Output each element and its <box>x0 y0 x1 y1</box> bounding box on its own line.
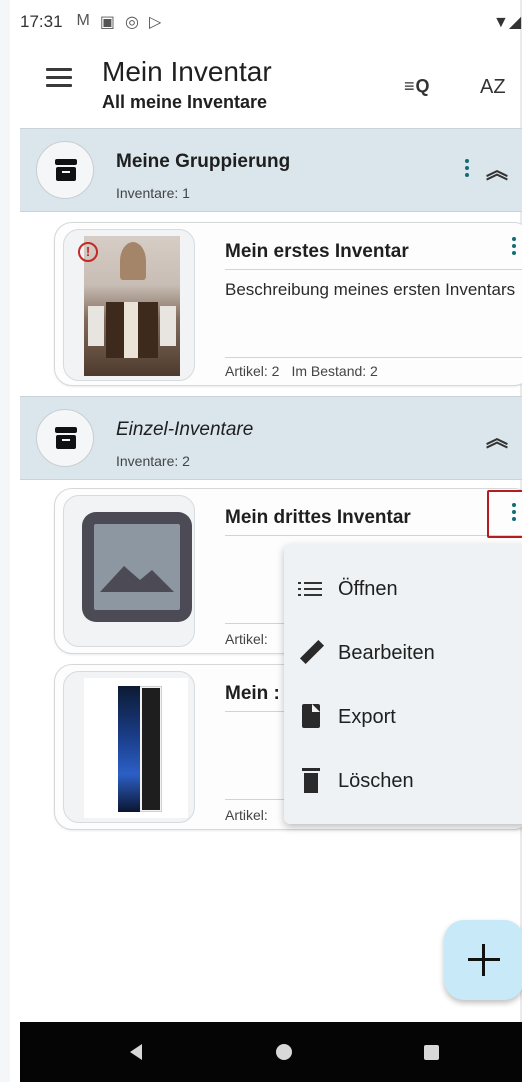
card-more-icon[interactable] <box>507 237 521 258</box>
dining-room-photo <box>84 236 180 376</box>
signal-battery-icons: ▼◢▮ <box>493 14 522 31</box>
menu-item-edit[interactable]: Bearbeiten <box>284 622 522 686</box>
hamburger-icon[interactable] <box>46 68 72 90</box>
inventory-description: Beschreibung meines ersten Inventars <box>225 280 516 299</box>
image-placeholder-icon <box>82 512 192 622</box>
status-bar: 17:31 M ▣ ◎ ▷ ▼◢▮ <box>20 0 522 44</box>
inventory-image <box>63 495 195 647</box>
group-avatar <box>36 409 94 467</box>
inventory-title: Mein : <box>225 683 280 704</box>
collapse-chevron-icon[interactable]: ︽ <box>486 153 508 185</box>
export-doc-icon <box>298 704 324 730</box>
menu-item-open[interactable]: Öffnen <box>284 558 522 622</box>
article-count: Artikel: <box>225 807 268 823</box>
sync-icon: ◎ <box>125 14 139 31</box>
trash-icon <box>298 768 324 794</box>
system-nav-bar <box>20 1022 522 1082</box>
filter-search-icon[interactable]: ≡Q <box>404 76 431 97</box>
recents-icon[interactable] <box>424 1045 439 1060</box>
page-subtitle: All meine Inventare <box>102 92 268 112</box>
group-count: Inventare: 2 <box>116 453 190 469</box>
play-icon: ▷ <box>148 14 162 31</box>
inventory-stats: Artikel: 2 Im Bestand: 2 <box>225 363 378 379</box>
article-count: Artikel: 2 <box>225 363 280 379</box>
inventory-title: Mein erstes Inventar <box>225 241 409 262</box>
mountain-icon <box>100 566 174 592</box>
group-header-meine-gruppierung[interactable]: Meine Gruppierung Inventare: 1 ︽ <box>20 128 522 212</box>
group-more-icon[interactable] <box>460 159 474 180</box>
menu-item-delete[interactable]: Löschen <box>284 750 522 814</box>
inventory-image <box>63 671 195 823</box>
notification-icons: M ▣ ◎ ▷ <box>77 12 162 32</box>
menu-item-label: Bearbeiten <box>338 642 435 664</box>
back-icon[interactable] <box>130 1044 142 1060</box>
group-header-einzel-inventare[interactable]: Einzel-Inventare Inventare: 2 ︽ <box>20 396 522 480</box>
menu-item-label: Löschen <box>338 770 414 792</box>
divider <box>225 269 522 270</box>
group-name: Einzel-Inventare <box>116 419 254 440</box>
home-icon[interactable] <box>276 1044 292 1060</box>
sort-az-icon[interactable]: AZ <box>480 76 506 99</box>
page-title: Mein Inventar <box>102 56 272 87</box>
group-count: Inventare: 1 <box>116 185 190 201</box>
context-menu: Öffnen Bearbeiten Export Löschen <box>284 544 522 824</box>
inventory-image: ! <box>63 229 195 381</box>
app-bar: Mein Inventar All meine Inventare ≡Q AZ <box>20 44 522 128</box>
divider <box>225 357 522 358</box>
gmail-icon: M <box>76 12 90 29</box>
archive-icon <box>55 427 77 449</box>
menu-item-export[interactable]: Export <box>284 686 522 750</box>
pc-case-photo <box>84 678 188 818</box>
menu-item-label: Öffnen <box>338 578 398 600</box>
inventory-card[interactable]: ! Mein erstes Inventar Beschreibung mein… <box>54 222 522 386</box>
archive-icon <box>55 159 77 181</box>
list-icon <box>298 576 324 602</box>
menu-item-label: Export <box>338 706 396 728</box>
inventory-stats: Artikel: <box>225 807 268 823</box>
group-avatar <box>36 141 94 199</box>
group-name: Meine Gruppierung <box>116 151 291 172</box>
divider <box>225 799 285 800</box>
pencil-icon <box>298 639 325 666</box>
status-time: 17:31 <box>20 12 63 31</box>
inventory-title: Mein drittes Inventar <box>225 507 411 528</box>
divider <box>225 623 285 624</box>
phone-screen: 17:31 M ▣ ◎ ▷ ▼◢▮ Mein Inventar All mein… <box>0 0 522 1082</box>
divider <box>225 535 522 536</box>
inventory-stats: Artikel: <box>225 631 268 647</box>
app-notification-icon: ▣ <box>99 14 115 31</box>
stock-count: Im Bestand: 2 <box>291 363 378 379</box>
article-count: Artikel: <box>225 631 268 647</box>
alert-icon: ! <box>78 242 98 262</box>
add-inventory-button[interactable] <box>444 920 522 1000</box>
card-more-icon[interactable] <box>507 503 521 524</box>
collapse-chevron-icon[interactable]: ︽ <box>486 421 508 453</box>
divider <box>225 711 285 712</box>
